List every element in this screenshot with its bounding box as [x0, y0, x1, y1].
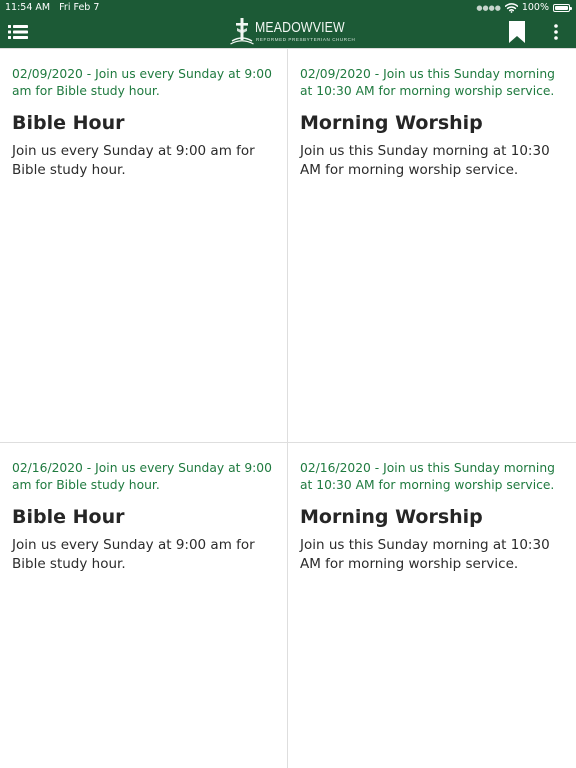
- battery-level: [555, 6, 568, 10]
- status-date: Fri Feb 7: [59, 2, 100, 13]
- event-card[interactable]: 02/16/2020 - Join us this Sunday morning…: [288, 443, 576, 768]
- event-card[interactable]: 02/16/2020 - Join us every Sunday at 9:0…: [0, 443, 288, 768]
- event-title: Morning Worship: [300, 506, 483, 528]
- battery-percent: 100%: [521, 2, 549, 13]
- event-summary: 02/09/2020 - Join us this Sunday morning…: [300, 67, 555, 98]
- more-vertical-icon: [554, 24, 558, 40]
- menu-list-icon: [8, 25, 28, 39]
- event-card[interactable]: 02/09/2020 - Join us every Sunday at 9:0…: [0, 49, 288, 443]
- church-logo: MEADOWVIEW REFORMED PRESBYTERIAN CHURCH: [230, 17, 355, 47]
- app-header: 11:54 AM Fri Feb 7 ●●●● 100% MEADOWVIEW …: [0, 0, 576, 48]
- status-time: 11:54 AM: [5, 2, 51, 13]
- logo-subtitle: REFORMED PRESBYTERIAN CHURCH: [256, 37, 356, 42]
- event-summary: 02/16/2020 - Join us this Sunday morning…: [300, 461, 555, 492]
- logo-title: MEADOWVIEW: [255, 19, 345, 36]
- event-title: Bible Hour: [12, 112, 125, 134]
- event-description: Join us this Sunday morning at 10:30 AM …: [300, 537, 550, 572]
- bookmark-button[interactable]: [508, 21, 526, 43]
- status-bar: 11:54 AM Fri Feb 7 ●●●● 100%: [0, 0, 576, 16]
- status-time-date: 11:54 AM Fri Feb 7: [5, 0, 99, 16]
- event-summary: 02/16/2020 - Join us every Sunday at 9:0…: [12, 461, 272, 492]
- bookmark-icon: [509, 21, 525, 43]
- event-summary: 02/09/2020 - Join us every Sunday at 9:0…: [12, 67, 272, 98]
- events-grid: 02/09/2020 - Join us every Sunday at 9:0…: [0, 48, 576, 768]
- menu-button[interactable]: [8, 23, 28, 41]
- battery-icon: [553, 4, 572, 12]
- cellular-signal-icon: ●●●●: [476, 4, 501, 12]
- app-window: 11:54 AM Fri Feb 7 ●●●● 100% MEADOWVIEW …: [0, 0, 576, 768]
- church-cross-icon: [230, 18, 254, 45]
- nav-bar: MEADOWVIEW REFORMED PRESBYTERIAN CHURCH: [0, 16, 576, 48]
- event-description: Join us this Sunday morning at 10:30 AM …: [300, 143, 550, 178]
- event-description: Join us every Sunday at 9:00 am for Bibl…: [12, 143, 255, 178]
- status-indicators: ●●●● 100%: [476, 0, 572, 16]
- event-title: Bible Hour: [12, 506, 125, 528]
- event-card[interactable]: 02/09/2020 - Join us this Sunday morning…: [288, 49, 576, 443]
- wifi-icon: [504, 3, 518, 13]
- more-options-button[interactable]: [550, 23, 562, 41]
- event-description: Join us every Sunday at 9:00 am for Bibl…: [12, 537, 255, 572]
- event-title: Morning Worship: [300, 112, 483, 134]
